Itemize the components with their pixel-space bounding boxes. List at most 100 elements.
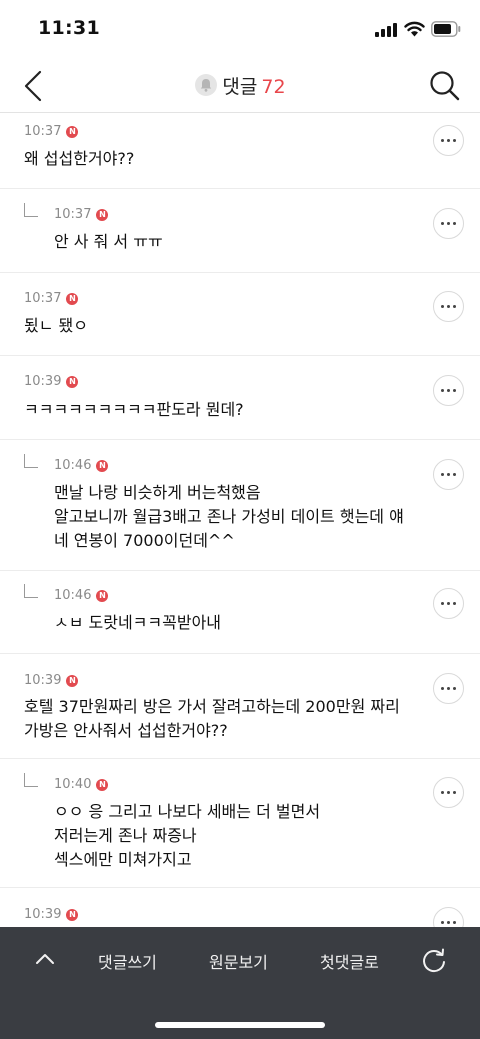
more-dot bbox=[447, 473, 450, 476]
comment-meta: 10:39 N bbox=[24, 374, 79, 389]
more-dot bbox=[447, 389, 450, 392]
comment-item: 10:37 N 됬ㄴ 됐ㅇ bbox=[0, 273, 480, 356]
comment-meta: 10:40 N bbox=[54, 777, 109, 792]
more-dot bbox=[441, 791, 444, 794]
nav-title-group: 댓글 72 bbox=[0, 72, 480, 99]
more-button[interactable] bbox=[433, 375, 464, 406]
comment-text: ㅅㅂ 도랏네ㅋㅋ꼭받아내 bbox=[54, 613, 222, 632]
more-dot bbox=[447, 305, 450, 308]
view-original-button[interactable]: 원문보기 bbox=[209, 949, 268, 973]
more-dot bbox=[441, 222, 444, 225]
more-button[interactable] bbox=[433, 208, 464, 239]
more-dot bbox=[453, 139, 456, 142]
more-dot bbox=[441, 389, 444, 392]
more-button[interactable] bbox=[433, 291, 464, 322]
more-dot bbox=[447, 687, 450, 690]
new-badge: N bbox=[66, 125, 79, 138]
home-indicator bbox=[155, 1022, 325, 1028]
comment-time: 10:39 bbox=[24, 374, 62, 389]
more-dot bbox=[447, 602, 450, 605]
more-dot bbox=[441, 305, 444, 308]
more-button[interactable] bbox=[433, 125, 464, 156]
more-dot bbox=[441, 139, 444, 142]
new-badge: N bbox=[96, 778, 109, 791]
comment-time: 10:37 bbox=[54, 207, 92, 222]
refresh-icon[interactable] bbox=[420, 947, 448, 975]
comment-meta: 10:37 N bbox=[54, 207, 109, 222]
more-dot bbox=[453, 687, 456, 690]
bell-icon[interactable] bbox=[194, 73, 218, 97]
reply-arrow-icon bbox=[24, 584, 38, 598]
new-badge: N bbox=[96, 459, 109, 472]
comment-time: 10:39 bbox=[24, 907, 62, 922]
comment-count: 72 bbox=[261, 76, 286, 98]
first-comment-button[interactable]: 첫댓글로 bbox=[320, 949, 379, 973]
chevron-up-icon[interactable] bbox=[33, 947, 57, 971]
more-button[interactable] bbox=[433, 588, 464, 619]
comment-text: ㅋㅋㅋㅋㅋㅋㅋㅋㅋ판도라 뭔데? bbox=[24, 400, 244, 419]
reply-arrow-icon bbox=[24, 203, 38, 217]
more-dot bbox=[453, 305, 456, 308]
more-dot bbox=[453, 222, 456, 225]
comment-time: 10:37 bbox=[24, 124, 62, 139]
comment-time: 10:37 bbox=[24, 291, 62, 306]
reply-arrow-icon bbox=[24, 454, 38, 468]
more-dot bbox=[453, 791, 456, 794]
comment-text: ㅇㅇ 응 그리고 나보다 세배는 더 벌면서 저러는게 존나 짜증나 섹스에만 … bbox=[54, 802, 321, 869]
bottom-toolbar: 댓글쓰기 원문보기 첫댓글로 bbox=[0, 927, 480, 1039]
battery-icon bbox=[431, 21, 461, 37]
comment-reply-item: 10:37 N 안 사 줘 서 ㅠㅠ bbox=[0, 189, 480, 273]
comment-reply-item: 10:40 N ㅇㅇ 응 그리고 나보다 세배는 더 벌면서 저러는게 존나 짜… bbox=[0, 759, 480, 888]
comment-text: 왜 섭섭한거야?? bbox=[24, 149, 135, 168]
more-dot bbox=[447, 921, 450, 924]
more-dot bbox=[441, 473, 444, 476]
comment-text: 안 사 줘 서 ㅠㅠ bbox=[54, 232, 163, 251]
new-badge: N bbox=[96, 589, 109, 602]
nav-bar: 댓글 72 bbox=[0, 60, 480, 113]
comment-text: 맨날 나랑 비슷하게 버는척했음 알고보니까 월급3배고 존나 가성비 데이트 … bbox=[54, 483, 404, 550]
more-dot bbox=[447, 222, 450, 225]
more-dot bbox=[441, 687, 444, 690]
comment-reply-item: 10:46 N 맨날 나랑 비슷하게 버는척했음 알고보니까 월급3배고 존나 … bbox=[0, 440, 480, 571]
more-dot bbox=[453, 473, 456, 476]
comment-meta: 10:46 N bbox=[54, 588, 109, 603]
comment-item: 10:39 N 호텔 37만원짜리 방은 가서 잘려고하는데 200만원 짜리 … bbox=[0, 654, 480, 759]
more-dot bbox=[447, 791, 450, 794]
comment-meta: 10:39 N bbox=[24, 673, 79, 688]
new-badge: N bbox=[66, 375, 79, 388]
more-button[interactable] bbox=[433, 459, 464, 490]
comment-text: 호텔 37만원짜리 방은 가서 잘려고하는데 200만원 짜리 가방은 안사줘서… bbox=[24, 697, 400, 740]
new-badge: N bbox=[66, 908, 79, 921]
new-badge: N bbox=[66, 292, 79, 305]
wifi-icon bbox=[404, 21, 425, 37]
reply-arrow-icon bbox=[24, 773, 38, 787]
comment-meta: 10:37 N bbox=[24, 291, 79, 306]
comment-text: 됬ㄴ 됐ㅇ bbox=[24, 316, 88, 335]
more-dot bbox=[441, 921, 444, 924]
more-dot bbox=[441, 602, 444, 605]
more-dot bbox=[453, 389, 456, 392]
status-bar: 11:31 bbox=[0, 0, 480, 60]
comment-item: 10:39 N ㅋㅋㅋㅋㅋㅋㅋㅋㅋ판도라 뭔데? bbox=[0, 356, 480, 440]
comment-item: 10:37 N 왜 섭섭한거야?? bbox=[0, 113, 480, 189]
write-comment-button[interactable]: 댓글쓰기 bbox=[98, 949, 157, 973]
search-icon[interactable] bbox=[428, 68, 462, 104]
comment-time: 10:46 bbox=[54, 458, 92, 473]
comment-list: 10:37 N 왜 섭섭한거야?? 10:37 N 안 사 줘 서 ㅠㅠ 10:… bbox=[0, 113, 480, 948]
new-badge: N bbox=[66, 674, 79, 687]
comment-reply-item: 10:46 N ㅅㅂ 도랏네ㅋㅋ꼭받아내 bbox=[0, 571, 480, 654]
new-badge: N bbox=[96, 208, 109, 221]
more-dot bbox=[453, 602, 456, 605]
more-button[interactable] bbox=[433, 673, 464, 704]
status-time: 11:31 bbox=[38, 17, 100, 39]
comment-time: 10:39 bbox=[24, 673, 62, 688]
comment-meta: 10:37 N bbox=[24, 124, 79, 139]
comment-meta: 10:46 N bbox=[54, 458, 109, 473]
more-dot bbox=[447, 139, 450, 142]
page-title: 댓글 bbox=[222, 76, 258, 98]
more-button[interactable] bbox=[433, 777, 464, 808]
comment-meta: 10:39 N bbox=[24, 907, 79, 922]
comment-time: 10:40 bbox=[54, 777, 92, 792]
signal-icon bbox=[375, 23, 397, 37]
more-dot bbox=[453, 921, 456, 924]
